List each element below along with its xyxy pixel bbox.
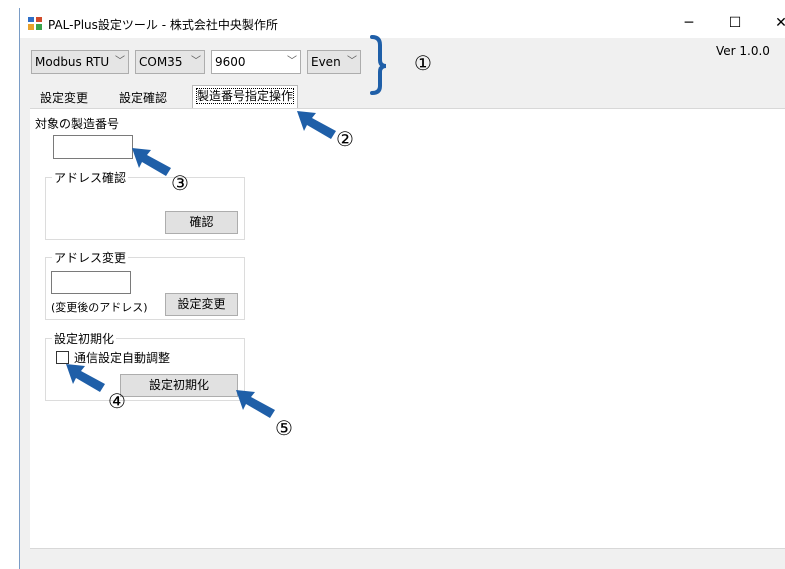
callout-2: ②: [336, 127, 354, 151]
callout-5: ⑤: [275, 416, 293, 440]
bracket-icon: [370, 35, 387, 95]
arrow-icon: [66, 364, 105, 392]
callout-4: ④: [108, 389, 126, 413]
arrow-icon: [297, 111, 336, 139]
callout-3: ③: [171, 171, 189, 195]
annotation-overlay: [66, 35, 387, 418]
arrow-icon: [132, 148, 171, 176]
arrow-icon: [236, 390, 275, 418]
callout-1: ①: [414, 51, 432, 75]
